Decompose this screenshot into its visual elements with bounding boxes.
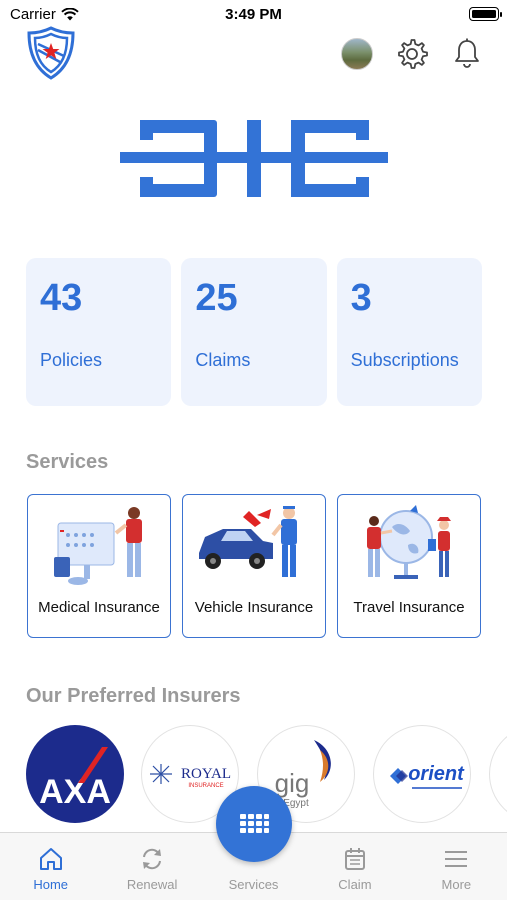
refresh-icon — [143, 848, 162, 870]
tab-renewal[interactable]: Renewal — [101, 833, 202, 900]
gig-logo-text: gig — [275, 768, 310, 798]
services-row: Medical Insurance Vehicle Insurance Trav… — [27, 494, 481, 638]
shield-star-icon[interactable] — [26, 26, 76, 80]
medical-insurance-label: Medical Insurance — [38, 599, 160, 616]
tab-home[interactable]: Home — [0, 833, 101, 900]
insurers-section-title: Our Preferred Insurers — [26, 685, 241, 707]
axa-logo-text: AXA — [39, 773, 111, 811]
home-icon — [39, 848, 62, 870]
axa-logo-icon: AXA — [39, 747, 111, 811]
calendar-icon — [344, 848, 365, 870]
travel-illustration-icon — [367, 505, 451, 579]
services-section-title: Services — [26, 451, 109, 473]
travel-insurance-card[interactable]: Travel Insurance — [337, 494, 481, 638]
royal-logo-text: ROYAL — [181, 766, 231, 782]
top-bar — [0, 26, 507, 82]
tab-more[interactable]: More — [406, 833, 507, 900]
vehicle-illustration-icon — [199, 506, 297, 577]
orient-logo-icon: orient — [390, 763, 465, 789]
subscriptions-card[interactable]: 3 Subscriptions — [336, 258, 482, 406]
subscriptions-label: Subscriptions — [350, 350, 459, 370]
policies-count: 43 — [40, 277, 83, 319]
policies-label: Policies — [40, 350, 103, 370]
tab-home-label: Home — [33, 877, 69, 892]
policies-card[interactable]: 43 Policies — [26, 258, 172, 406]
gear-icon[interactable] — [395, 37, 429, 71]
vehicle-insurance-card[interactable]: Vehicle Insurance — [182, 494, 326, 638]
medical-illustration-icon — [54, 507, 142, 585]
vehicle-insurance-label: Vehicle Insurance — [194, 599, 314, 616]
tab-more-label: More — [441, 877, 472, 892]
claims-count: 25 — [195, 277, 238, 319]
subscriptions-count: 3 — [350, 277, 372, 319]
avatar[interactable] — [341, 38, 373, 70]
menu-icon — [445, 851, 468, 867]
tab-claim[interactable]: Claim — [304, 833, 405, 900]
grid-icon — [240, 814, 269, 833]
orient-logo-text: orient — [408, 763, 465, 785]
brand-logo — [120, 120, 388, 197]
royal-logo-subtext: INSURANCE — [188, 783, 223, 789]
tab-claim-label: Claim — [338, 877, 372, 892]
bell-icon[interactable] — [450, 36, 484, 70]
services-fab-button[interactable] — [216, 786, 292, 862]
tab-services-label: Services — [228, 877, 279, 892]
tab-renewal-label: Renewal — [126, 877, 178, 892]
insurer-partial-logo[interactable] — [489, 725, 507, 823]
travel-insurance-label: Travel Insurance — [353, 599, 465, 616]
claims-label: Claims — [195, 350, 251, 370]
battery-icon — [469, 7, 502, 21]
clock: 3:49 PM — [225, 6, 282, 23]
insurer-axa-logo[interactable]: AXA — [26, 725, 124, 823]
medical-insurance-card[interactable]: Medical Insurance — [27, 494, 171, 638]
insurer-orient-logo[interactable]: orient — [373, 725, 471, 823]
claims-card[interactable]: 25 Claims — [181, 258, 327, 406]
stats-row: 43 Policies 25 Claims 3 Subscriptions — [26, 258, 482, 406]
